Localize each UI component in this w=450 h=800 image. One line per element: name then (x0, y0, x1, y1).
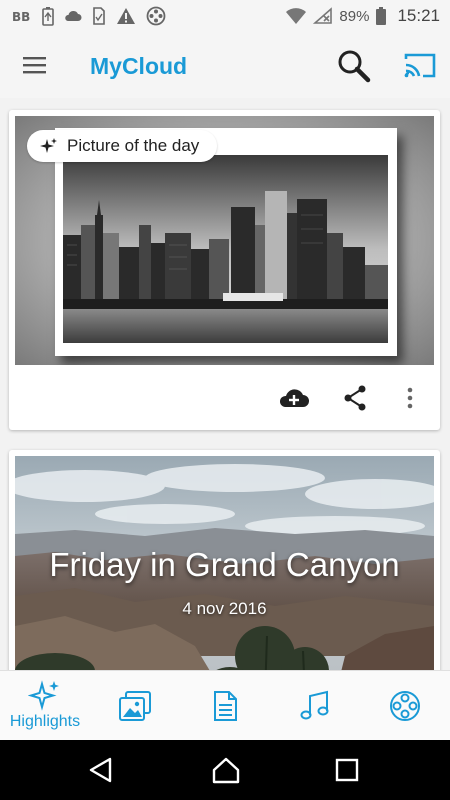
search-icon (338, 50, 371, 83)
recents-button[interactable] (332, 756, 362, 784)
home-icon (212, 757, 240, 784)
album-date: 4 nov 2016 (182, 599, 267, 618)
battery-saver-icon (42, 6, 54, 26)
cloud-upload-icon (279, 389, 309, 407)
picture-of-the-day-chip: Picture of the day (27, 130, 218, 162)
search-button[interactable] (336, 48, 372, 84)
back-icon (89, 757, 112, 783)
svg-text:BB: BB (12, 10, 30, 24)
status-left-icons: BB (12, 6, 166, 26)
cast-button[interactable] (403, 50, 437, 80)
share-button[interactable] (338, 382, 372, 414)
wifi-icon (285, 7, 307, 25)
highlights-feed[interactable]: Picture of the day Friday in Grand Canyo… (0, 98, 450, 670)
skyline-photo (63, 155, 388, 343)
warning-icon (116, 7, 136, 25)
picture-of-the-day-card[interactable]: Picture of the day (9, 110, 440, 430)
music-note-icon (300, 690, 329, 720)
back-button[interactable] (86, 756, 116, 784)
sparkle-icon (28, 680, 59, 711)
more-options-button[interactable] (393, 382, 427, 414)
bb-icon: BB (12, 8, 32, 24)
share-icon (344, 385, 366, 411)
card-actions (9, 372, 440, 424)
document-icon (214, 691, 237, 721)
cast-icon (404, 53, 436, 78)
chip-label: Picture of the day (67, 136, 200, 155)
recents-icon (335, 758, 359, 782)
upload-to-cloud-button[interactable] (277, 382, 311, 414)
hamburger-menu-icon (23, 57, 46, 74)
tab-videos[interactable] (360, 671, 450, 741)
tab-documents[interactable] (180, 671, 270, 741)
more-vert-icon (407, 387, 413, 409)
film-reel-icon (390, 691, 420, 721)
tab-music[interactable] (270, 671, 360, 741)
menu-button[interactable] (20, 52, 50, 78)
signal-off-icon (313, 7, 333, 25)
home-button[interactable] (211, 756, 241, 784)
sparkle-icon (40, 138, 57, 153)
status-bar: BB 89% 15:21 (0, 0, 450, 32)
app-bar: MyCloud (0, 32, 450, 98)
cloud-icon (64, 9, 82, 23)
album-title: Friday in Grand Canyon (49, 546, 400, 583)
album-card[interactable]: Friday in Grand Canyon 4 nov 2016 (9, 450, 440, 670)
sim-card-icon (92, 6, 106, 26)
tab-highlights[interactable]: Highlights (0, 671, 90, 741)
tab-highlights-label: Highlights (9, 713, 81, 730)
grand-canyon-image[interactable]: Friday in Grand Canyon 4 nov 2016 (15, 456, 434, 670)
photos-icon (119, 691, 151, 721)
status-time: 15:21 (397, 6, 440, 25)
app-title: MyCloud (90, 53, 188, 79)
battery-icon (375, 6, 387, 26)
system-nav-bar (0, 740, 450, 800)
battery-percent: 89% (339, 7, 370, 25)
tab-photos[interactable] (90, 671, 180, 741)
photo-frame (55, 128, 397, 356)
picture-of-the-day-image[interactable]: Picture of the day (15, 116, 434, 365)
status-right-icons: 89% 15:21 (285, 6, 440, 26)
film-reel-icon (146, 6, 166, 26)
bottom-tab-bar: Highlights (0, 670, 450, 740)
